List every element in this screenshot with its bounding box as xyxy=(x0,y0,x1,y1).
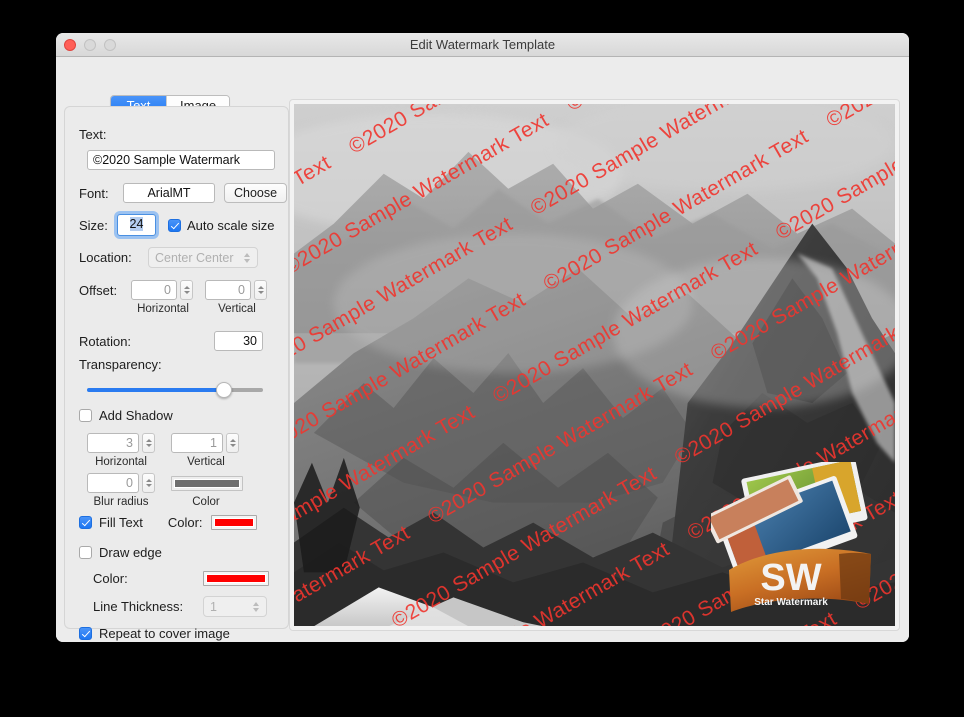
window-content: Text Image Text: ©2020 Sample Watermark … xyxy=(56,57,909,642)
shadow-vertical-label: Vertical xyxy=(187,456,225,468)
watermark-preview-image: ©2020 Sample Watermark Text ©2020 Sample… xyxy=(294,104,895,626)
size-input-focus: 24 xyxy=(117,214,156,236)
line-thickness-row: Line Thickness: 1 xyxy=(93,596,267,617)
offset-vertical-label: Vertical xyxy=(218,303,256,315)
text-settings-panel: Text: ©2020 Sample Watermark Font: Arial… xyxy=(64,106,289,641)
shadow-blur-row: 0 xyxy=(87,473,243,493)
location-row: Location: Center Center xyxy=(79,247,258,268)
shadow-blur-stepper[interactable] xyxy=(142,473,155,493)
repeat-to-cover-image-checkbox[interactable] xyxy=(79,627,92,640)
size-input[interactable]: 24 xyxy=(118,215,155,235)
shadow-vertical-stepper[interactable] xyxy=(226,433,239,453)
rotation-label: Rotation: xyxy=(79,333,132,349)
window-titlebar: Edit Watermark Template xyxy=(56,33,909,57)
logo-subtitle: Star Watermark xyxy=(754,597,828,608)
size-label: Size: xyxy=(79,217,108,233)
preview-panel: ©2020 Sample Watermark Text ©2020 Sample… xyxy=(289,99,900,631)
location-label: Location: xyxy=(79,250,132,265)
shadow-color-well[interactable] xyxy=(171,475,243,491)
draw-edge-color-row: Color: xyxy=(93,571,269,586)
draw-edge-row: Draw edge xyxy=(79,545,162,560)
transparency-slider-filled-track xyxy=(87,388,225,392)
fill-text-color-label: Color: xyxy=(167,515,203,530)
shadow-horizontal-label: Horizontal xyxy=(95,456,147,468)
fill-text-color-well[interactable] xyxy=(210,515,257,530)
rotation-input[interactable]: 30 xyxy=(214,331,263,351)
line-thickness-dropdown[interactable]: 1 xyxy=(203,596,267,617)
add-shadow-label: Add Shadow xyxy=(99,408,173,423)
logo-title: SW xyxy=(760,557,821,599)
offset-horizontal-stepper[interactable] xyxy=(180,280,193,300)
auto-scale-size-label: Auto scale size xyxy=(187,217,275,233)
auto-scale-size-checkbox[interactable] xyxy=(168,218,181,232)
transparency-slider[interactable] xyxy=(87,381,263,399)
repeat-cover-row: Repeat to cover image xyxy=(79,626,230,641)
chevron-up-down-icon xyxy=(243,252,251,264)
edit-watermark-template-window: Edit Watermark Template Text Image Text:… xyxy=(56,33,909,642)
choose-font-button[interactable]: Choose xyxy=(224,183,288,203)
fill-text-label: Fill Text xyxy=(99,515,143,530)
location-dropdown-value: Center Center xyxy=(155,250,234,265)
repeat-to-cover-image-label: Repeat to cover image xyxy=(99,626,230,641)
offset-label: Offset: xyxy=(79,282,118,298)
text-label-row: Text: xyxy=(79,127,106,142)
star-watermark-logo: SW Star Watermark xyxy=(711,462,871,612)
draw-edge-color-label: Color: xyxy=(93,571,128,586)
offset-horizontal-label: Horizontal xyxy=(137,303,189,315)
fill-text-row: Fill Text Color: xyxy=(79,515,257,530)
add-shadow-row: Add Shadow xyxy=(79,408,173,423)
font-row: Font: ArialMT Choose xyxy=(79,183,288,203)
shadow-color-swatch xyxy=(174,478,240,488)
shadow-blur-input[interactable]: 0 xyxy=(87,473,139,493)
font-name-input[interactable]: ArialMT xyxy=(123,183,215,203)
shadow-horizontal-input[interactable]: 3 xyxy=(87,433,139,453)
shadow-vertical-input[interactable]: 1 xyxy=(171,433,223,453)
offset-vertical-stepper[interactable] xyxy=(254,280,267,300)
draw-edge-label: Draw edge xyxy=(99,545,162,560)
offset-vertical-input[interactable]: 0 xyxy=(205,280,251,300)
shadow-offset-row: 3 1 xyxy=(87,433,239,453)
font-label: Font: xyxy=(79,185,109,201)
shadow-horizontal-stepper[interactable] xyxy=(142,433,155,453)
offset-horizontal-input[interactable]: 0 xyxy=(131,280,177,300)
size-input-value: 24 xyxy=(129,217,144,231)
transparency-label: Transparency: xyxy=(79,357,162,372)
size-row: Size: 24 Auto scale size xyxy=(79,214,274,236)
draw-edge-color-swatch xyxy=(206,574,266,583)
offset-row: Offset: 0 0 xyxy=(79,280,267,300)
draw-edge-checkbox[interactable] xyxy=(79,546,92,559)
window-title: Edit Watermark Template xyxy=(409,37,556,52)
fill-text-color-swatch xyxy=(213,518,254,527)
transparency-slider-thumb[interactable] xyxy=(216,382,233,398)
add-shadow-checkbox[interactable] xyxy=(79,409,92,422)
draw-edge-color-well[interactable] xyxy=(203,571,269,586)
fill-text-checkbox[interactable] xyxy=(79,516,92,529)
chevron-up-down-icon xyxy=(252,601,260,613)
location-dropdown[interactable]: Center Center xyxy=(148,247,258,268)
line-thickness-value: 1 xyxy=(210,599,217,614)
shadow-color-label: Color xyxy=(192,496,220,508)
text-label: Text: xyxy=(79,127,107,142)
line-thickness-label: Line Thickness: xyxy=(93,599,184,614)
rotation-row: Rotation: 30 xyxy=(79,331,263,351)
transparency-label-row: Transparency: xyxy=(79,357,162,372)
shadow-blur-label: Blur radius xyxy=(93,496,149,508)
watermark-text-input[interactable]: ©2020 Sample Watermark xyxy=(87,150,275,170)
text-input-row: ©2020 Sample Watermark xyxy=(87,150,275,170)
